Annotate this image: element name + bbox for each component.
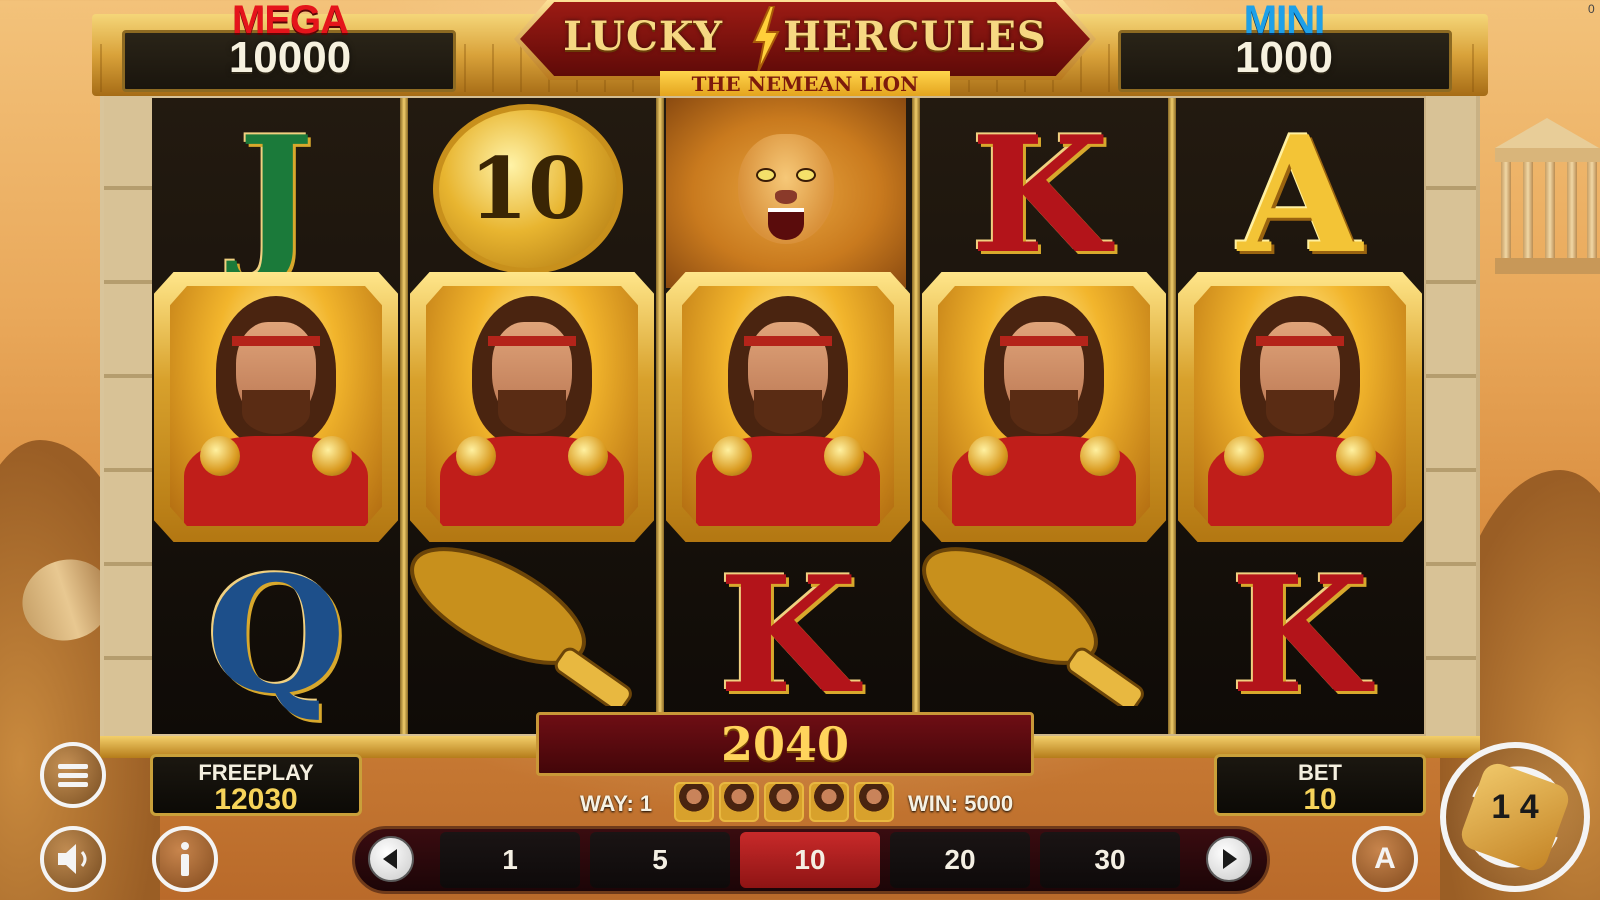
hercules-mini-icon [719,782,759,822]
greek-temple [1495,118,1600,278]
hercules-mini-icon [674,782,714,822]
symbol-j: J [238,101,314,289]
spin-button[interactable]: 1 4 [1440,742,1590,892]
symbol-q: Q [206,541,346,729]
speaker-icon [58,844,87,874]
bet-value: 10 [1303,783,1337,816]
symbol-club [410,547,632,706]
way-label: WAY: 1 [580,791,653,816]
mini-jackpot-value: 1000 [1235,33,1333,82]
symbol-hercules [1178,272,1422,542]
autoplay-icon: A [1374,842,1396,875]
reel-divider [912,98,920,734]
game-subtitle: THE NEMEAN LION [660,71,950,97]
version-label: 0 [1588,2,1595,16]
bet-box: BET 10 [1214,754,1426,816]
symbol-k: K [718,541,858,729]
symbol-coin-10: 10 [433,104,623,274]
sound-button[interactable] [40,826,106,892]
bet-option-10[interactable]: 10 [740,832,880,888]
line-win-label: WIN: 5000 [908,791,1014,816]
symbol-hercules [410,272,654,542]
bet-label: BET [1298,760,1342,785]
arrow-left-icon [383,849,397,869]
bet-option-1[interactable]: 1 [440,832,580,888]
arrow-right-icon [1223,849,1237,869]
hercules-mini-icon [854,782,894,822]
bet-prev-button[interactable] [368,836,414,882]
stone-pillar-left [104,96,154,736]
reel-divider [400,98,408,734]
freeplay-value: 12030 [214,783,298,816]
symbol-hercules [154,272,398,542]
bet-next-button[interactable] [1206,836,1252,882]
info-button[interactable] [152,826,218,892]
symbol-k: K [1230,541,1370,729]
stone-pillar-right [1426,96,1476,736]
symbol-club [922,547,1144,706]
bet-option-20[interactable]: 20 [890,832,1030,888]
spin-glyphs: 1 4 [1491,788,1539,826]
lightning-icon [752,6,780,72]
symbol-hercules [922,272,1166,542]
win-amount: 2040 [536,712,1034,776]
title-left: LUCKY [563,13,724,60]
symbol-hercules [666,272,910,542]
freeplay-box: FREEPLAY 12030 [150,754,362,816]
menu-button[interactable] [40,742,106,808]
menu-icon [58,764,88,787]
mega-jackpot-value: 10000 [228,33,352,82]
game-title: LUCKY HERCULES [540,14,1070,60]
symbol-lion [666,98,906,288]
hercules-mini-icon [764,782,804,822]
autoplay-button[interactable]: A [1352,826,1418,892]
symbol-k: K [970,101,1110,289]
hercules-mini-icon [809,782,849,822]
title-right: HERCULES [783,13,1047,60]
bet-option-30[interactable]: 30 [1040,832,1180,888]
freeplay-label: FREEPLAY [198,760,314,785]
symbol-a: A [1237,101,1363,289]
info-icon [181,842,189,876]
bet-option-5[interactable]: 5 [590,832,730,888]
